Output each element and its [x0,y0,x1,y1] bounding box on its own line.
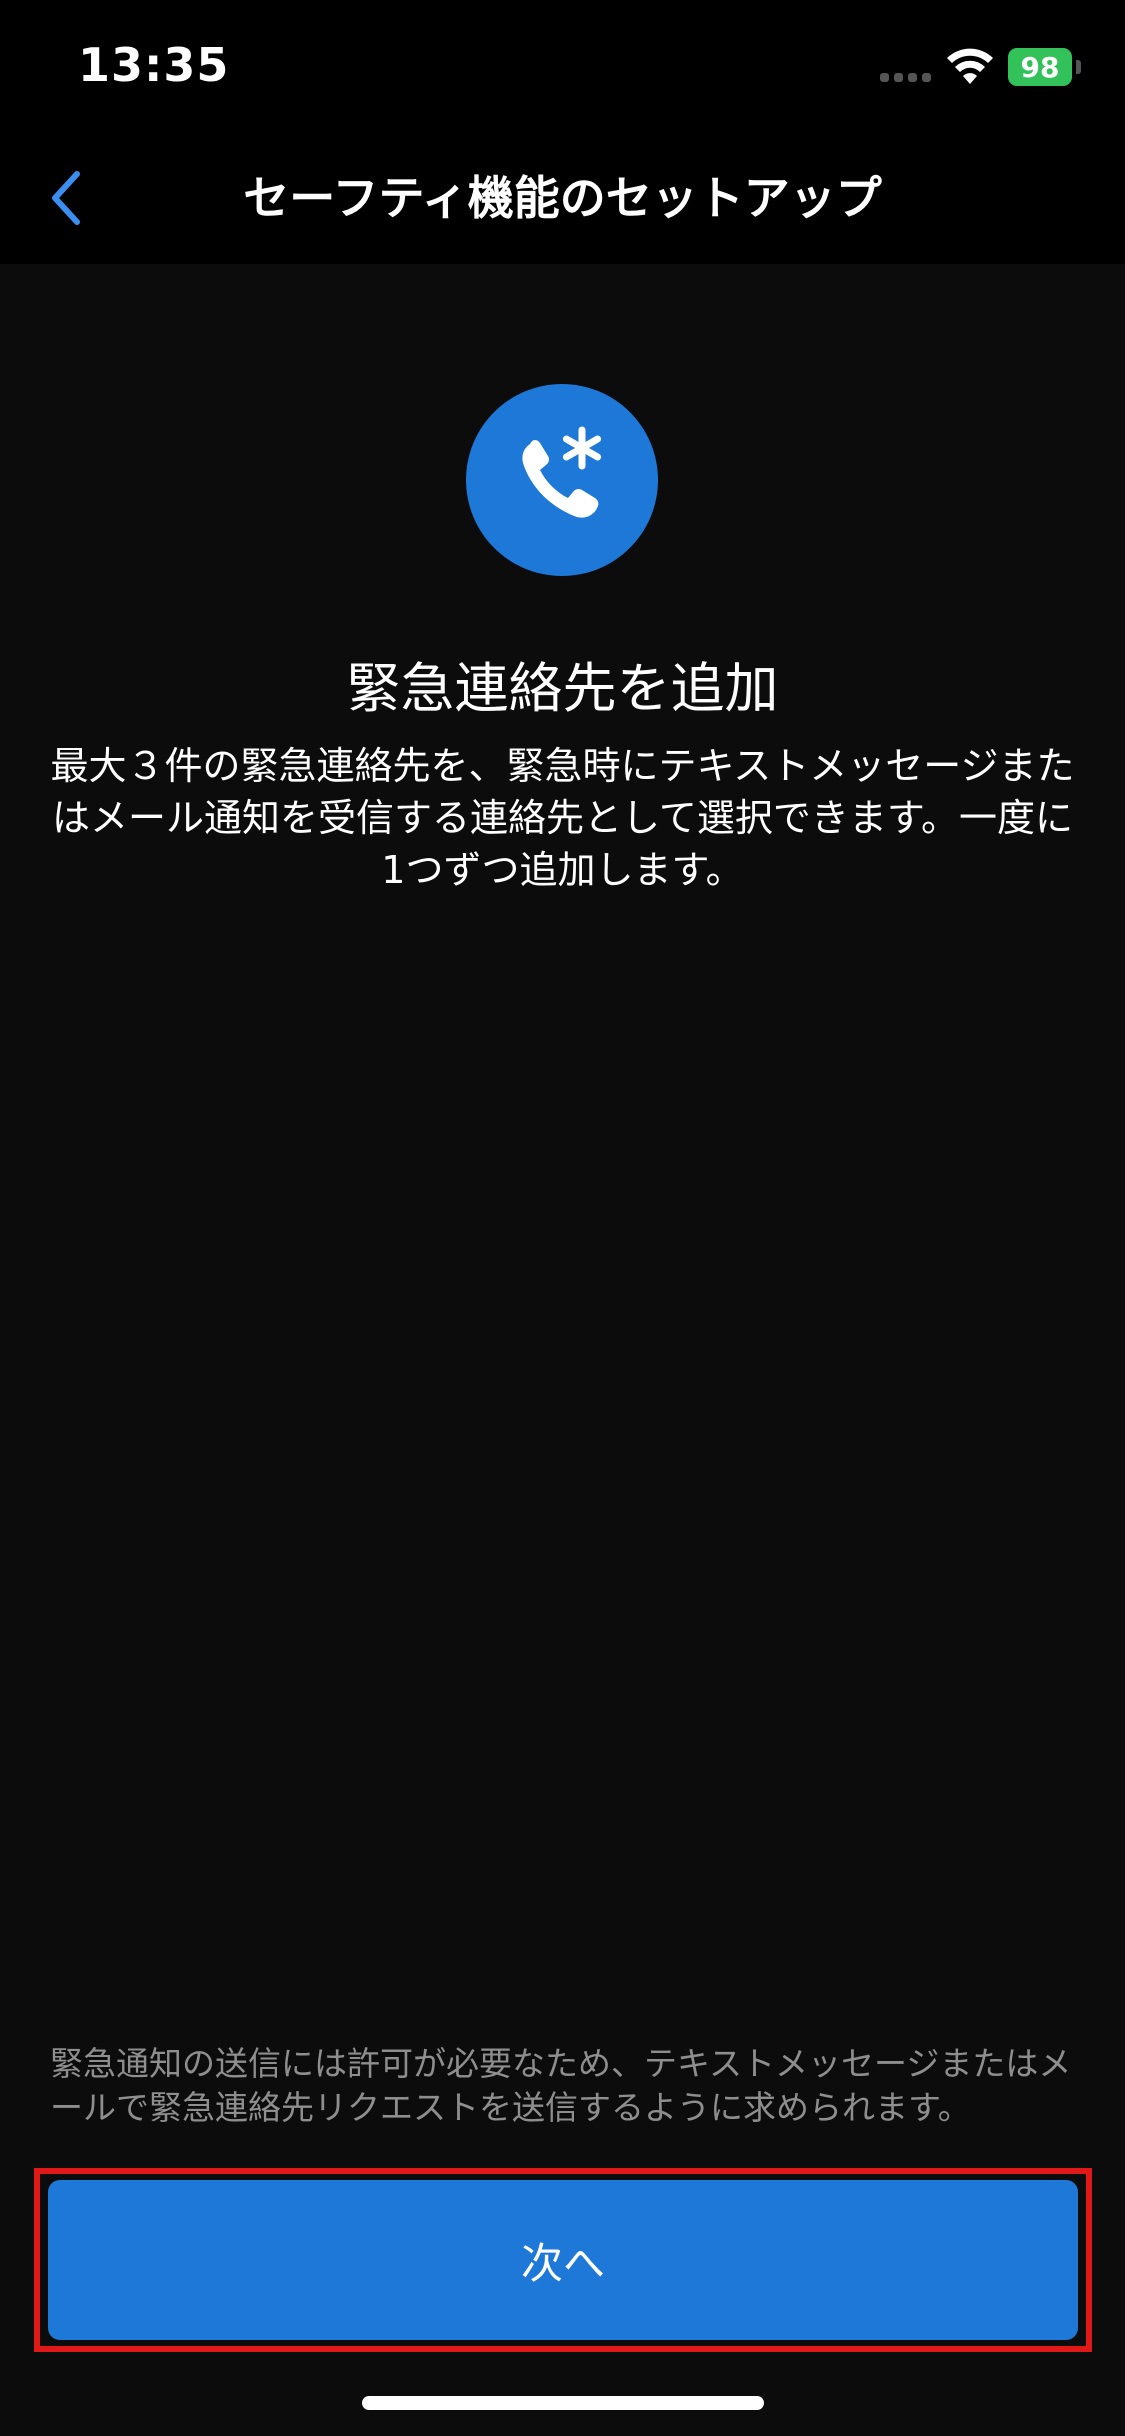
cellular-signal-icon [880,73,931,82]
home-indicator [362,2396,764,2410]
status-time: 13:35 [78,38,230,92]
battery-cap [1076,60,1081,74]
back-button[interactable] [26,158,106,238]
chevron-left-icon [52,171,80,225]
navigation-bar: セーフティ機能のセットアップ [0,132,1125,264]
status-bar: 13:35 98 [0,0,1125,132]
phone-asterisk-icon [466,384,658,576]
battery-level: 98 [1020,50,1060,84]
permission-note: 緊急通知の送信には許可が必要なため、テキストメッセージまたはメールで緊急連絡先リ… [50,2044,1072,2127]
description-text: 最大３件の緊急連絡先を、緊急時にテキストメッセージまたはメール通知を受信する連絡… [50,744,1075,892]
section-heading: 緊急連絡先を追加 [346,657,779,720]
page-title: セーフティ機能のセットアップ [243,171,882,225]
wifi-icon [947,48,993,84]
next-button[interactable]: 次へ [48,2180,1078,2340]
battery-icon: 98 [1008,48,1072,86]
